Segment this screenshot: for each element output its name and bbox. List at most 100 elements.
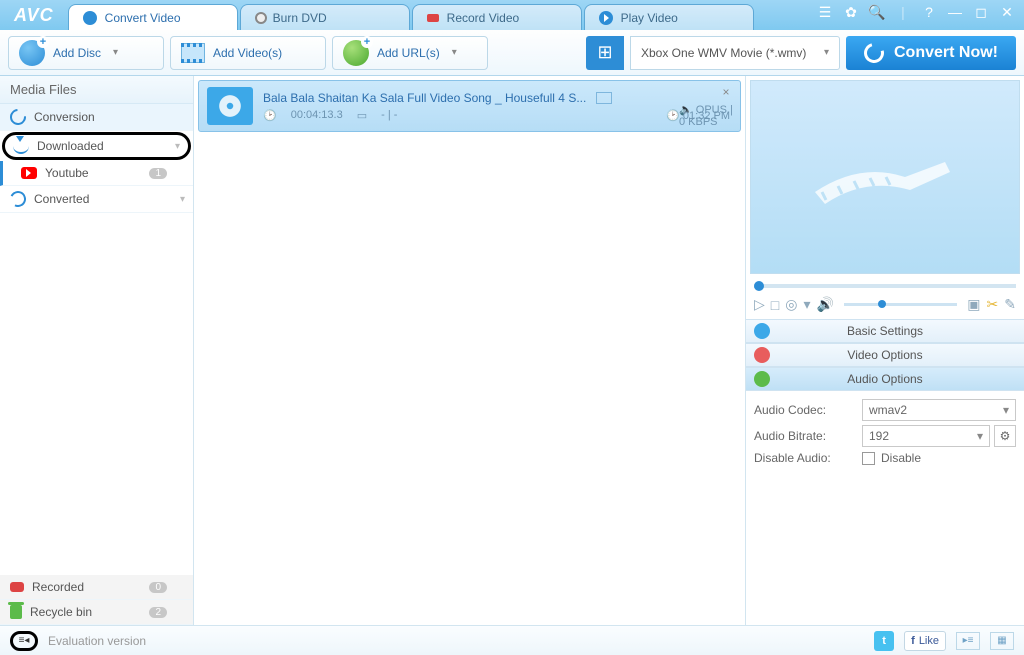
twitter-icon: t <box>882 635 886 647</box>
button-label: Convert Now! <box>894 44 998 62</box>
tab-label: Burn DVD <box>273 11 327 25</box>
window-controls: ☰ ✿ 🔍 | ? — ◻ ✕ <box>816 4 1016 21</box>
panel-video-options[interactable]: Video Options <box>746 343 1024 367</box>
audio-codec-select[interactable]: wmav2 ▾ <box>862 399 1016 421</box>
scissors-icon[interactable]: ✂ <box>987 296 999 313</box>
checkbox-label: Disable <box>881 451 921 465</box>
volume-icon[interactable]: 🔊 <box>817 296 834 313</box>
tools-icon[interactable]: ✎ <box>1004 296 1016 313</box>
stop-button[interactable]: □ <box>771 297 779 313</box>
help-icon[interactable]: ? <box>920 4 938 21</box>
add-urls-button[interactable]: Add URL(s) ▾ <box>332 36 488 70</box>
film-plus-icon <box>181 43 205 63</box>
panel-audio-options[interactable]: Audio Options <box>746 367 1024 391</box>
disable-audio-label: Disable Audio: <box>754 451 862 465</box>
count-badge: 2 <box>149 607 167 618</box>
tab-burn-dvd[interactable]: Burn DVD <box>240 4 410 30</box>
play-icon <box>599 11 613 25</box>
seek-slider[interactable] <box>754 284 1016 288</box>
sidebar-item-converted[interactable]: Converted ▾ <box>0 186 193 213</box>
toolbar: Add Disc ▾ Add Video(s) Add URL(s) ▾ ⊞ X… <box>0 30 1024 76</box>
gear-icon: ⚙ <box>1000 429 1011 443</box>
remove-item-button[interactable]: × <box>718 85 734 101</box>
panel-title: Video Options <box>847 348 922 362</box>
select-value: 192 <box>869 429 889 443</box>
close-button[interactable]: ✕ <box>998 4 1016 21</box>
view-grid-button[interactable]: ▦ <box>990 632 1014 650</box>
like-label: Like <box>919 635 939 647</box>
media-item[interactable]: Bala Bala Shaitan Ka Sala Full Video Son… <box>198 80 741 132</box>
facebook-icon: f <box>911 635 915 647</box>
player-controls: ▷ □ ◎ ▾ 🔊 ▣ ✂ ✎ <box>746 294 1024 319</box>
sidebar-item-downloaded[interactable]: Downloaded ▾ <box>2 132 191 160</box>
refresh-icon <box>7 106 30 129</box>
status-text: Evaluation version <box>48 634 146 648</box>
sidebar-item-conversion[interactable]: Conversion <box>0 104 193 131</box>
trash-icon <box>10 605 22 619</box>
status-bar: ≡◂ Evaluation version t f Like ▸≡ ▦ <box>0 625 1024 655</box>
chevron-down-icon: ▾ <box>180 194 185 205</box>
button-label: Add Video(s) <box>213 46 282 60</box>
count-badge: 1 <box>149 168 167 179</box>
bitrate-settings-button[interactable]: ⚙ <box>994 425 1016 447</box>
chevron-down-icon: ▾ <box>824 47 829 58</box>
sidebar-item-label: Downloaded <box>37 139 104 153</box>
chevron-down-icon[interactable]: ▾ <box>803 296 810 313</box>
add-disc-button[interactable]: Add Disc ▾ <box>8 36 164 70</box>
volume-slider[interactable] <box>844 303 957 306</box>
maximize-button[interactable]: ◻ <box>972 4 990 21</box>
media-info: Bala Bala Shaitan Ka Sala Full Video Son… <box>263 91 732 122</box>
output-profile-select[interactable]: Xbox One WMV Movie (*.wmv) ▾ <box>630 36 840 70</box>
convert-now-button[interactable]: Convert Now! <box>846 36 1016 70</box>
add-videos-button[interactable]: Add Video(s) <box>170 36 326 70</box>
download-icon <box>13 138 29 154</box>
right-panel: ▷ □ ◎ ▾ 🔊 ▣ ✂ ✎ Basic Settings Video Opt… <box>746 76 1024 625</box>
clock-icon: 🕑 <box>666 110 680 122</box>
sidebar-item-recycle-bin[interactable]: Recycle bin 2 <box>0 600 193 625</box>
twitter-button[interactable]: t <box>874 631 894 651</box>
tab-play-video[interactable]: Play Video <box>584 4 754 30</box>
youtube-icon <box>21 167 37 179</box>
sidebar-item-label: Conversion <box>34 110 95 124</box>
settings-icon[interactable]: ✿ <box>842 4 860 21</box>
disable-audio-checkbox[interactable] <box>862 452 875 465</box>
view-list-button[interactable]: ▸≡ <box>956 632 980 650</box>
sidebar-item-label: Recorded <box>32 580 84 594</box>
record-icon <box>427 14 439 22</box>
folder-icon[interactable] <box>596 92 612 104</box>
sidebar-item-recorded[interactable]: Recorded 0 <box>0 575 193 600</box>
refresh-icon <box>860 39 887 66</box>
chevron-down-icon: ▾ <box>175 141 180 152</box>
sidebar: Media Files Conversion Downloaded ▾ Yout… <box>0 76 194 625</box>
audio-options-body: Audio Codec: wmav2 ▾ Audio Bitrate: 192 … <box>746 391 1024 473</box>
tab-record-video[interactable]: Record Video <box>412 4 582 30</box>
windows-icon: ⊞ <box>586 36 624 70</box>
tab-label: Play Video <box>621 11 678 25</box>
media-duration: 00:04:13.3 <box>291 109 343 121</box>
slider-knob[interactable] <box>754 281 764 291</box>
preview-area <box>750 80 1020 274</box>
play-button[interactable]: ▷ <box>754 296 765 313</box>
chevron-down-icon: ▾ <box>1003 403 1009 417</box>
profile-value: Xbox One WMV Movie (*.wmv) <box>641 46 806 60</box>
facebook-like-button[interactable]: f Like <box>904 631 946 651</box>
panel-title: Audio Options <box>847 372 922 386</box>
snapshot-button[interactable]: ◎ <box>785 296 797 313</box>
audio-bitrate-select[interactable]: 192 ▾ <box>862 425 990 447</box>
sidebar-header: Media Files <box>0 76 193 104</box>
record-icon <box>10 582 24 592</box>
sidebar-item-label: Recycle bin <box>30 605 92 619</box>
sidebar-item-label: Youtube <box>45 166 89 180</box>
panel-basic-settings[interactable]: Basic Settings <box>746 319 1024 343</box>
convert-icon <box>8 189 29 210</box>
audio-icon <box>754 371 770 387</box>
minimize-button[interactable]: — <box>946 4 964 21</box>
menu-icon[interactable]: ☰ <box>816 4 834 21</box>
search-icon[interactable]: 🔍 <box>868 4 886 21</box>
crop-button[interactable]: ▣ <box>967 296 980 313</box>
sidebar-item-youtube[interactable]: Youtube 1 <box>0 161 193 186</box>
title-bar: AVC Convert Video Burn DVD Record Video … <box>0 0 1024 30</box>
video-icon <box>754 347 770 363</box>
sidebar-toggle[interactable]: ≡◂ <box>10 631 38 651</box>
tab-convert-video[interactable]: Convert Video <box>68 4 238 30</box>
